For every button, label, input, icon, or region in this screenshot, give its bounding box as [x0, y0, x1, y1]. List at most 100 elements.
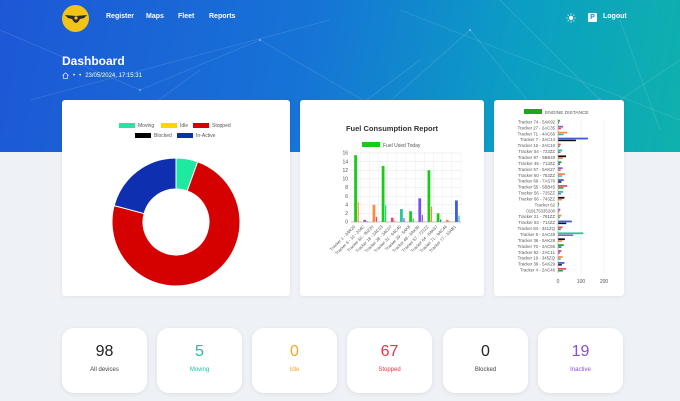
fuel-bar[interactable] — [357, 201, 359, 222]
legend-label[interactable]: Moving — [138, 123, 154, 129]
distance-bar[interactable] — [558, 157, 563, 159]
doughnut-slice-in-active[interactable] — [113, 157, 177, 215]
theme-toggle-icon[interactable] — [566, 13, 576, 23]
stat-card-idle[interactable]: 0 Idle — [252, 328, 337, 393]
distance-bar[interactable] — [558, 267, 567, 270]
distance-bar[interactable] — [558, 169, 561, 171]
distance-bar[interactable] — [558, 198, 562, 201]
fuel-bar[interactable] — [375, 216, 378, 222]
fuel-bar[interactable] — [427, 170, 431, 222]
fuel-bar[interactable] — [403, 218, 405, 222]
fuel-bar[interactable] — [418, 198, 422, 222]
home-icon[interactable] — [62, 72, 69, 79]
distance-bar[interactable] — [558, 256, 563, 258]
legend-label[interactable]: Idle — [180, 123, 188, 129]
distance-bar[interactable] — [558, 185, 568, 187]
fuel-bar[interactable] — [421, 214, 423, 222]
distance-bar[interactable] — [558, 139, 576, 142]
fuel-bar[interactable] — [372, 204, 376, 222]
y-tick-label: Tracker 50 - 753ZZ — [518, 173, 555, 178]
fuel-bar[interactable] — [436, 213, 440, 222]
distance-bar[interactable] — [558, 234, 574, 236]
fuel-bar[interactable] — [363, 219, 367, 222]
distance-bar[interactable] — [558, 137, 588, 140]
distance-bar[interactable] — [558, 240, 563, 242]
legend-label[interactable]: Stopped — [212, 123, 231, 129]
distance-bar[interactable] — [558, 181, 562, 183]
distance-bar[interactable] — [558, 125, 564, 128]
distance-bar[interactable] — [558, 228, 561, 231]
stat-card-stopped[interactable]: 67 Stopped — [347, 328, 432, 393]
distance-bar[interactable] — [558, 161, 562, 164]
distance-bar[interactable] — [558, 246, 562, 248]
distance-bar[interactable] — [558, 190, 564, 193]
distance-bar[interactable] — [558, 196, 565, 199]
status-doughnut-chart[interactable]: Moving Idle Stopped Blocked In-Active — [62, 100, 290, 296]
nav-register[interactable]: Register — [106, 13, 134, 20]
legend-swatch — [177, 133, 193, 138]
distance-bar[interactable] — [558, 131, 568, 134]
logo[interactable] — [62, 5, 89, 32]
distance-bar[interactable] — [558, 167, 563, 170]
distance-bar[interactable] — [558, 214, 562, 217]
parking-icon[interactable]: P — [588, 13, 597, 22]
distance-bar[interactable] — [558, 222, 567, 225]
stat-card-inactive[interactable]: 19 Inactive — [538, 328, 623, 393]
distance-bar[interactable] — [558, 262, 565, 264]
fuel-bar[interactable] — [381, 165, 385, 222]
y-tick-label: Tracker 16 - 2AC10 — [518, 143, 556, 148]
y-tick-label: Tracker 8 - 2AC48 — [520, 232, 556, 237]
fuel-bar[interactable] — [400, 209, 403, 222]
nav-maps[interactable]: Maps — [146, 13, 164, 20]
distance-bar[interactable] — [558, 127, 562, 130]
distance-bar[interactable] — [558, 179, 564, 181]
fuel-bar[interactable] — [412, 218, 414, 222]
distance-bar[interactable] — [558, 270, 563, 272]
fuel-bar[interactable] — [385, 205, 387, 222]
distance-bar[interactable] — [558, 252, 561, 254]
fuel-bar[interactable] — [409, 211, 412, 222]
fuel-bar[interactable] — [440, 219, 442, 222]
stat-card-blocked[interactable]: 0 Blocked — [443, 328, 528, 393]
distance-bar[interactable] — [558, 163, 561, 165]
distance-bar[interactable] — [558, 232, 584, 235]
logout-link[interactable]: Logout — [603, 13, 627, 20]
fuel-bar[interactable] — [458, 215, 460, 222]
stat-label: Blocked — [474, 367, 497, 373]
distance-bar[interactable] — [558, 143, 561, 146]
y-tick-label: 16 — [342, 151, 348, 157]
fuel-bar[interactable] — [390, 217, 394, 222]
nav-reports[interactable]: Reports — [209, 13, 235, 20]
distance-bar[interactable] — [558, 250, 562, 252]
distance-bar[interactable] — [558, 187, 564, 189]
distance-bar[interactable] — [558, 151, 561, 154]
distance-bar[interactable] — [558, 216, 561, 219]
distance-bar[interactable] — [558, 119, 560, 122]
engine-distance-chart[interactable]: ENGINE DISTANCE 0 100 200 Tracker 74 - 5AK9… — [494, 100, 624, 296]
stat-value: 0 — [481, 343, 490, 360]
distance-bar[interactable] — [558, 155, 567, 158]
distance-bar[interactable] — [558, 208, 561, 211]
distance-bar[interactable] — [558, 173, 565, 175]
fuel-bar[interactable] — [455, 200, 458, 222]
distance-chart-card: ENGINE DISTANCE 0 100 200 Tracker 74 - 5AK9… — [494, 100, 624, 296]
distance-bar[interactable] — [558, 175, 563, 177]
legend-label[interactable]: Blocked — [154, 133, 172, 139]
fuel-bar[interactable] — [354, 155, 357, 222]
distance-bar[interactable] — [558, 258, 561, 260]
fuel-bar[interactable] — [430, 206, 433, 222]
stat-card-all-devices[interactable]: 98 All devices — [62, 328, 147, 393]
distance-bar[interactable] — [558, 149, 563, 152]
distance-bar[interactable] — [558, 244, 564, 247]
distance-bar[interactable] — [558, 193, 562, 195]
distance-bar[interactable] — [558, 238, 565, 241]
stat-card-moving[interactable]: 5 Moving — [157, 328, 242, 393]
nav-fleet[interactable]: Fleet — [178, 13, 194, 20]
distance-bar[interactable] — [558, 264, 562, 266]
fuel-bar-chart[interactable]: Fuel Consumption Report Fuel Used Today … — [300, 100, 484, 296]
distance-bar[interactable] — [558, 220, 572, 223]
distance-bar[interactable] — [558, 226, 563, 229]
legend-label[interactable]: In-Active — [196, 133, 216, 139]
distance-bar[interactable] — [558, 133, 564, 136]
fuel-bar[interactable] — [445, 219, 449, 222]
